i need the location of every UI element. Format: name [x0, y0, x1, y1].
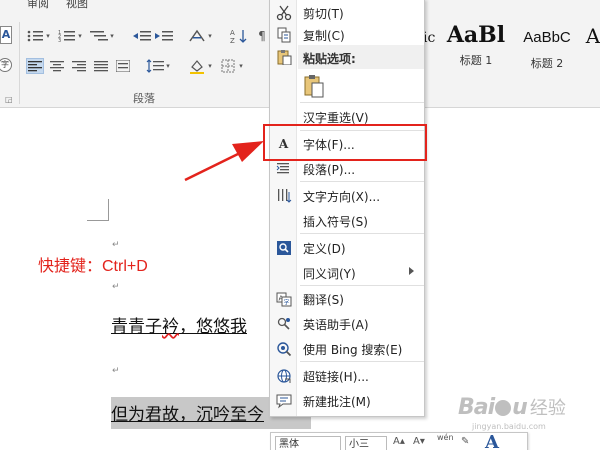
- submenu-arrow-icon: [409, 267, 414, 275]
- menu-item-insert-symbol[interactable]: 插入符号(S): [270, 209, 424, 231]
- menu-item-cut[interactable]: 剪切(T): [270, 1, 424, 23]
- english-assistant-icon: [275, 315, 292, 332]
- menu-item-label: 复制(C): [303, 29, 345, 43]
- menu-separator: [300, 285, 424, 286]
- paste-keep-text-button[interactable]: [301, 73, 327, 99]
- paragraph-icon: [275, 160, 292, 177]
- hyperlink-icon: [275, 367, 292, 384]
- text-direction-icon: [275, 187, 292, 204]
- menu-item-english-assistant[interactable]: 英语助手(A): [270, 312, 424, 334]
- shrink-font-icon[interactable]: A▾: [413, 436, 425, 447]
- menu-item-label: 使用 Bing 搜索(E): [303, 343, 403, 357]
- scissors-icon: [275, 4, 292, 21]
- menu-item-label: 插入符号(S): [303, 215, 368, 229]
- menu-item-translate[interactable]: A字 翻译(S): [270, 287, 424, 309]
- menu-item-synonyms[interactable]: 同义词(Y): [270, 261, 424, 283]
- menu-item-copy[interactable]: 复制(C): [270, 23, 424, 45]
- paste-options-header: 粘贴选项:: [298, 45, 424, 69]
- clipboard-icon: [275, 48, 292, 65]
- menu-item-label: 新建批注(M): [303, 395, 371, 409]
- mini-size-select[interactable]: 小三: [345, 436, 387, 450]
- menu-item-bing-search[interactable]: 使用 Bing 搜索(E): [270, 337, 424, 359]
- menu-item-label: 文字方向(X)...: [303, 190, 381, 204]
- paw-icon: [495, 400, 512, 416]
- menu-item-label: 翻译(S): [303, 293, 344, 307]
- menu-separator: [300, 102, 424, 103]
- menu-item-label: 段落(P)...: [303, 163, 356, 177]
- menu-item-define[interactable]: 定义(D): [270, 236, 424, 258]
- mini-font-select[interactable]: 黑体: [275, 436, 341, 450]
- menu-separator: [300, 233, 424, 234]
- menu-item-label: 同义词(Y): [303, 267, 356, 281]
- menu-item-label: 超链接(H)...: [303, 370, 369, 384]
- menu-separator: [300, 181, 424, 182]
- context-menu: 剪切(T) 复制(C) 粘贴选项: 汉字重选(V) A 字体(F)... 段落(…: [269, 0, 425, 417]
- menu-item-text-direction[interactable]: 文字方向(X)...: [270, 184, 424, 206]
- baidu-watermark-logo: Bai u 经验 jingyan.baidu.com: [458, 395, 566, 431]
- mini-font-color-icon[interactable]: A: [485, 432, 499, 450]
- mini-toolbar: 黑体 小三 A▴ A▾ wén ✎ A: [270, 432, 528, 450]
- grow-font-icon[interactable]: A▴: [393, 436, 405, 447]
- svg-text:字: 字: [283, 298, 289, 306]
- font-item-highlight-box: [263, 124, 427, 161]
- copy-icon: [275, 26, 292, 43]
- new-comment-icon: [275, 392, 292, 409]
- menu-separator: [300, 361, 424, 362]
- phonetic-guide-icon[interactable]: wén: [437, 433, 454, 442]
- bing-search-icon: [275, 340, 292, 357]
- translate-icon: A字: [275, 290, 292, 307]
- format-painter-icon[interactable]: ✎: [461, 436, 469, 447]
- paste-text-only-icon: [304, 75, 324, 98]
- menu-item-hyperlink[interactable]: 超链接(H)...: [270, 364, 424, 386]
- menu-item-label: 定义(D): [303, 242, 346, 256]
- menu-item-label: 英语助手(A): [303, 318, 369, 332]
- define-icon: [275, 239, 292, 256]
- menu-item-label: 剪切(T): [303, 7, 344, 21]
- menu-item-new-comment[interactable]: 新建批注(M): [270, 389, 424, 411]
